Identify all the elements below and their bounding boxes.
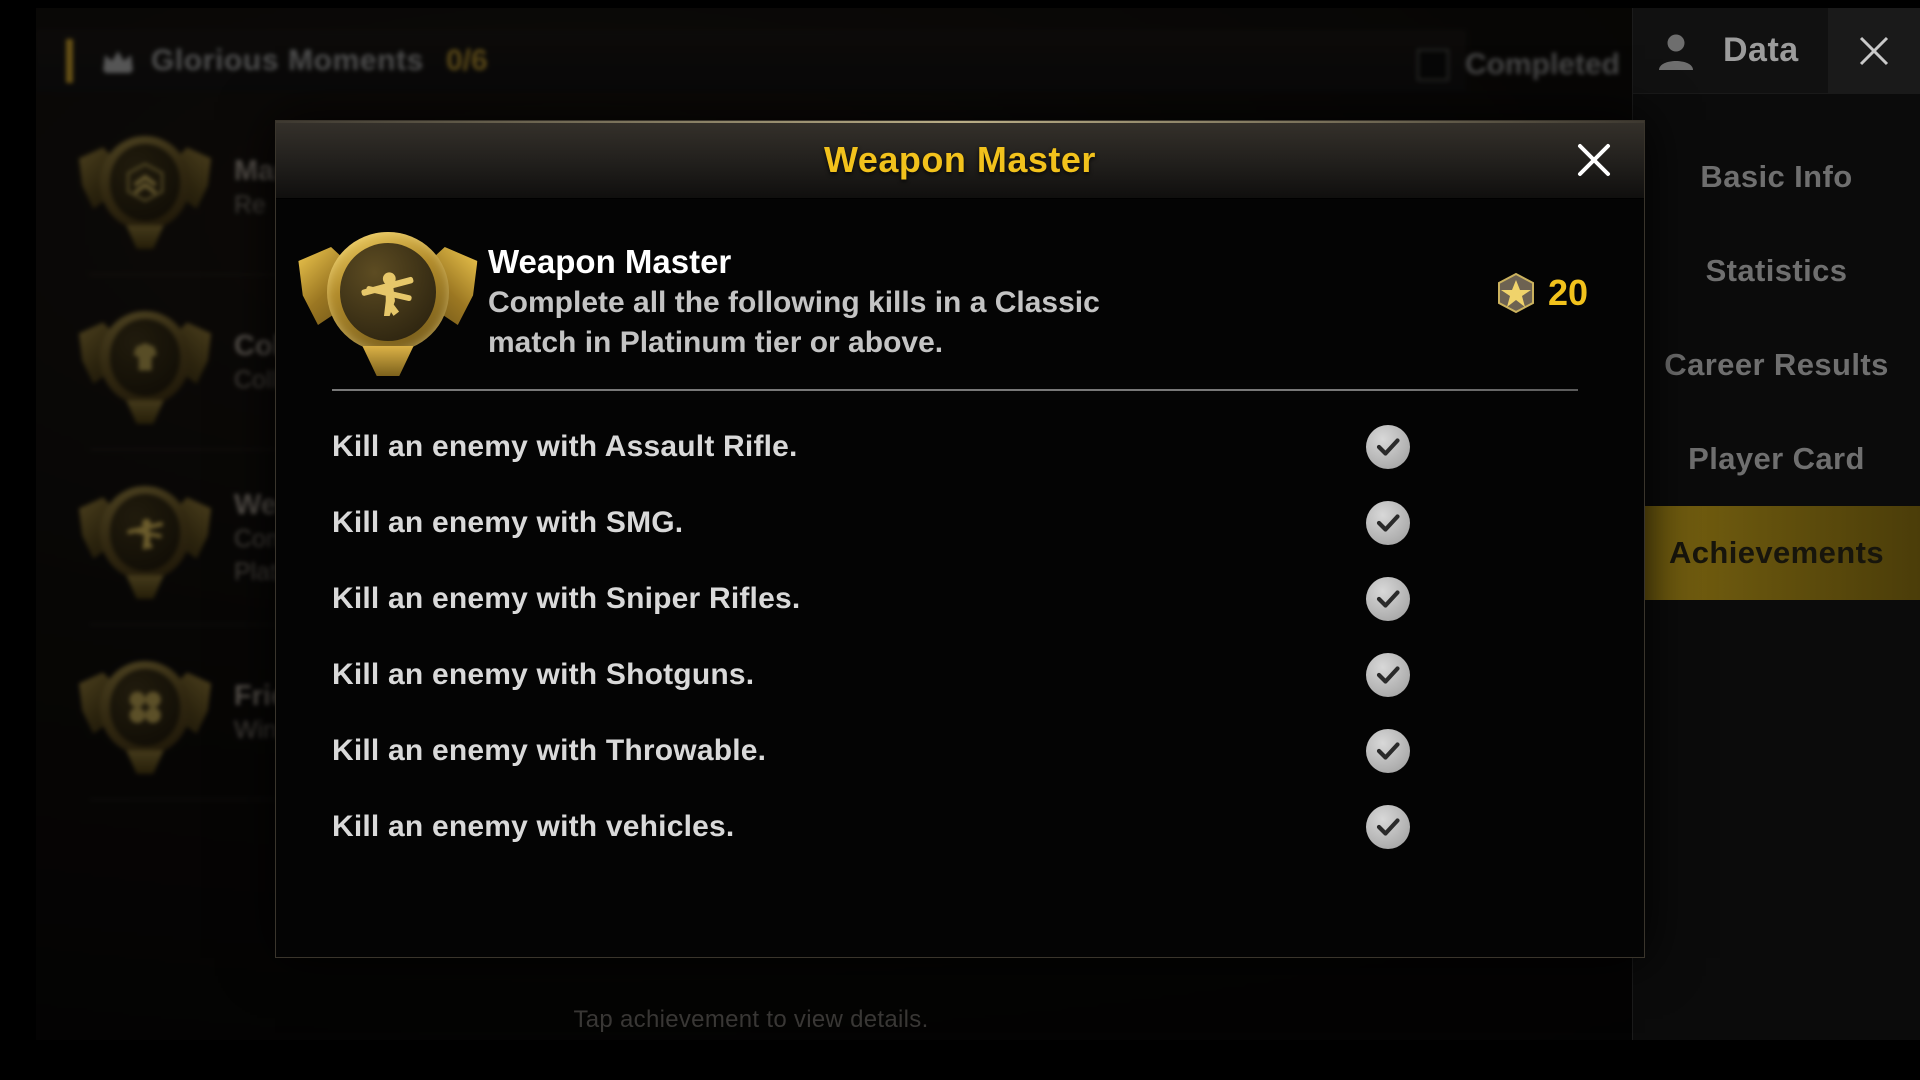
achievement-reward: 20	[1494, 229, 1592, 315]
close-icon	[1859, 36, 1889, 65]
achievement-text-block: Weapon Master Complete all the following…	[488, 229, 1100, 360]
task-label: Kill an enemy with Assault Rifle.	[332, 430, 798, 463]
task-label: Kill an enemy with Shotguns.	[332, 658, 755, 691]
sidebar-item-career-results[interactable]: Career Results	[1633, 318, 1920, 412]
task-row: Kill an enemy with vehicles.	[332, 789, 1592, 865]
sidebar-item-label: Achievements	[1668, 535, 1884, 570]
check-circle-icon	[1366, 805, 1410, 849]
task-label: Kill an enemy with vehicles.	[332, 810, 735, 843]
dialog-title: Weapon Master	[824, 138, 1096, 180]
task-row: Kill an enemy with Shotguns.	[332, 637, 1592, 713]
achievement-summary: Weapon Master Complete all the following…	[296, 199, 1592, 376]
dialog-titlebar: Weapon Master	[276, 121, 1644, 199]
dialog-body: Weapon Master Complete all the following…	[276, 199, 1644, 957]
header-accent-bar	[66, 39, 73, 83]
dialog-close-button[interactable]	[1568, 134, 1620, 186]
achievement-name: Weapon Master	[488, 243, 732, 280]
category-title: Glorious Moments	[151, 44, 424, 77]
sidebar-nav: Basic Info Statistics Career Results Pla…	[1633, 94, 1920, 600]
sidebar-item-label: Player Card	[1688, 441, 1865, 476]
task-row: Kill an enemy with SMG.	[332, 485, 1592, 561]
task-row: Kill an enemy with Sniper Rifles.	[332, 561, 1592, 637]
sidebar-item-basic-info[interactable]: Basic Info	[1633, 130, 1920, 224]
achievement-reward-value: 20	[1547, 272, 1588, 313]
data-sidebar: Data Basic Info Statistics Career Result…	[1632, 7, 1920, 1040]
weapon-master-medal-icon	[78, 479, 204, 599]
sidebar-header: Data	[1633, 7, 1920, 94]
completed-label: Completed	[1464, 48, 1620, 81]
weapon-master-medal-icon	[298, 223, 468, 376]
sidebar-item-statistics[interactable]: Statistics	[1633, 224, 1920, 318]
armor-medal-icon	[78, 304, 204, 424]
sidebar-item-label: Statistics	[1705, 253, 1848, 288]
task-list: Kill an enemy with Assault Rifle. Kill a…	[296, 391, 1592, 865]
achievement-detail-dialog: Weapon Master Weapon Master Complete all…	[275, 120, 1645, 958]
app-root: Glorious Moments 0/6 Completed Re Collec…	[0, 0, 1920, 1080]
completed-filter[interactable]: Completed	[1416, 48, 1620, 82]
check-circle-icon	[1366, 425, 1410, 469]
left-edge-bar	[0, 0, 36, 1080]
check-circle-icon	[1366, 501, 1410, 545]
check-circle-icon	[1366, 653, 1410, 697]
sidebar-title: Data	[1723, 31, 1799, 69]
section-divider	[332, 389, 1578, 391]
task-label: Kill an enemy with SMG.	[332, 506, 684, 539]
bottom-letterbox	[0, 1040, 1920, 1080]
check-circle-icon	[1366, 577, 1410, 621]
top-letterbox	[0, 0, 1920, 8]
task-row: Kill an enemy with Assault Rifle.	[332, 409, 1592, 485]
rank-chevron-medal-icon	[78, 129, 204, 249]
list-hint-text: Tap achievement to view details.	[573, 1006, 929, 1033]
crown-icon	[101, 49, 135, 73]
task-label: Kill an enemy with Sniper Rifles.	[332, 582, 801, 615]
task-row: Kill an enemy with Throwable.	[332, 713, 1592, 789]
sidebar-item-achievements[interactable]: Achievements	[1633, 506, 1920, 600]
user-avatar-icon	[1655, 30, 1697, 72]
sidebar-close-button[interactable]	[1828, 7, 1920, 94]
achievement-point-icon	[1494, 271, 1538, 315]
sidebar-item-label: Career Results	[1664, 347, 1889, 382]
clover-medal-icon	[78, 654, 204, 774]
achievement-description-line2: match in Platinum tier or above.	[488, 325, 944, 359]
achievement-description-line1: Complete all the following kills in a Cl…	[488, 286, 1100, 320]
category-header: Glorious Moments 0/6	[36, 30, 1466, 92]
check-circle-icon	[1366, 729, 1410, 773]
sidebar-item-label: Basic Info	[1700, 159, 1853, 194]
close-icon	[1578, 143, 1610, 176]
sidebar-item-player-card[interactable]: Player Card	[1633, 412, 1920, 506]
category-count: 0/6	[445, 44, 488, 77]
completed-checkbox[interactable]	[1416, 49, 1449, 81]
task-label: Kill an enemy with Throwable.	[332, 734, 767, 767]
